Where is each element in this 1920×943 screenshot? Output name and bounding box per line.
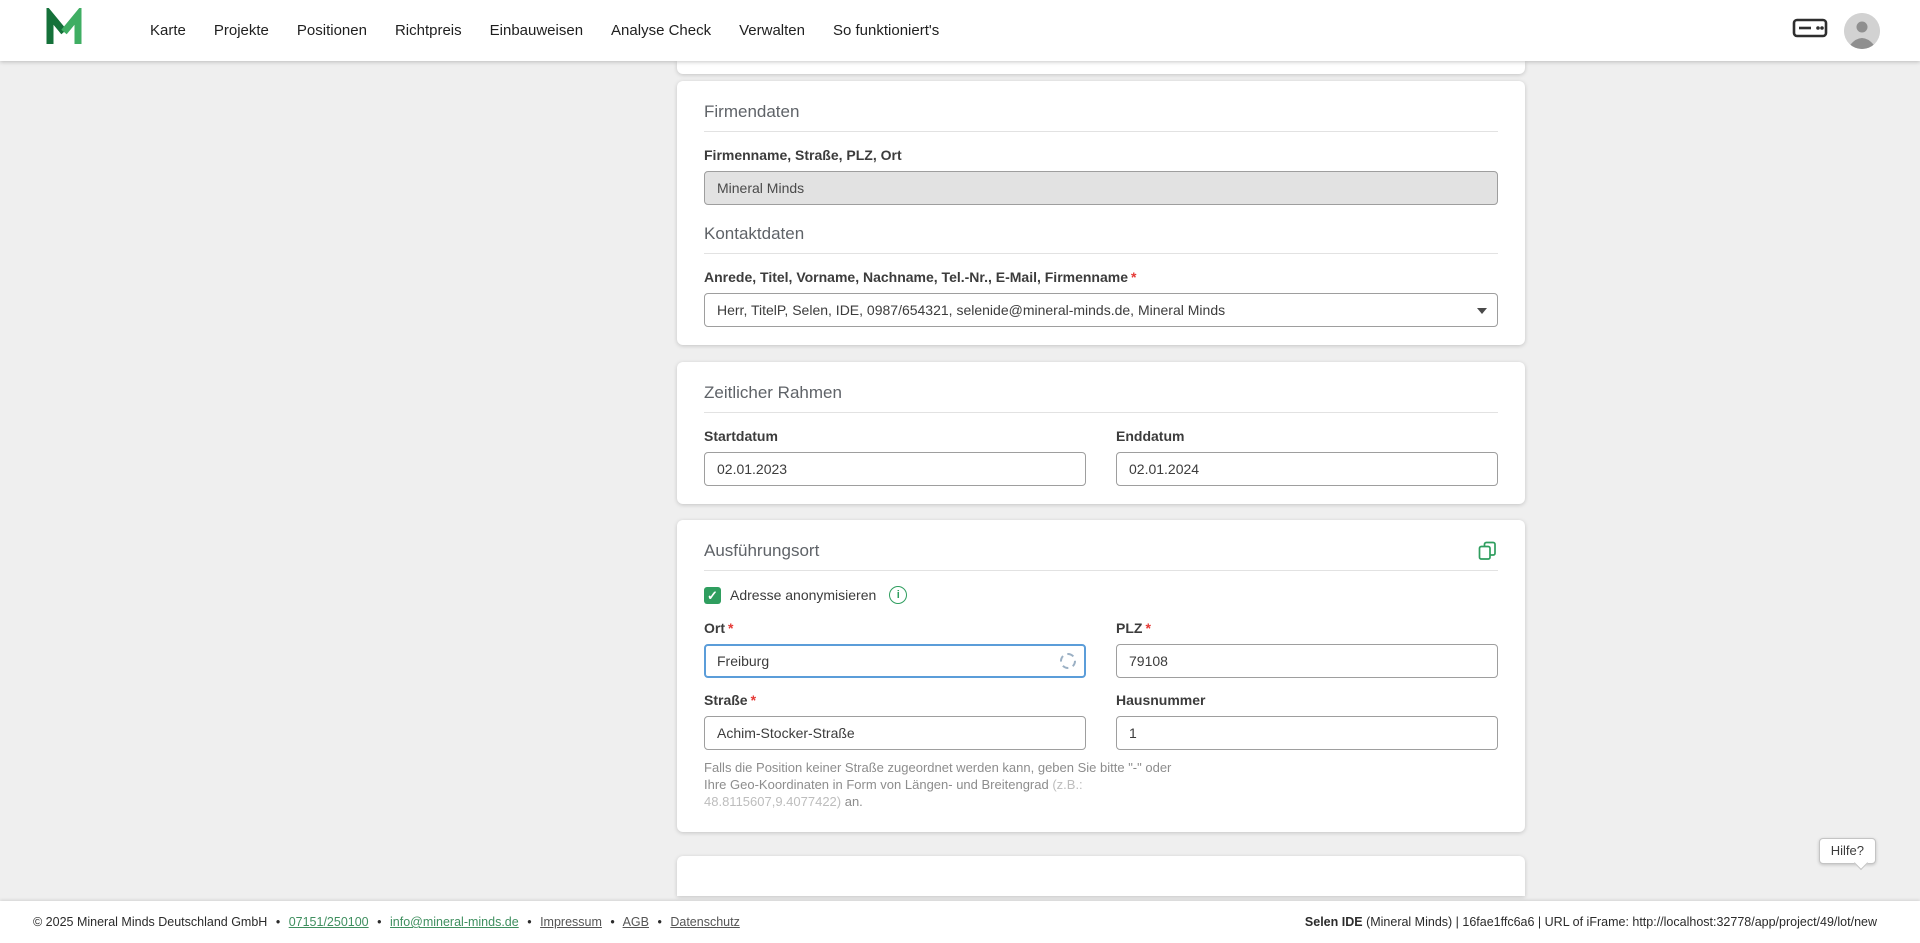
mineral-minds-logo-icon [44, 8, 84, 53]
nav-item-richtpreis[interactable]: Richtpreis [381, 0, 476, 61]
nav-item-so-funktionierts[interactable]: So funktioniert's [819, 0, 953, 61]
copyright-text: © 2025 Mineral Minds Deutschland GmbH [33, 915, 267, 929]
anonymize-label[interactable]: Adresse anonymisieren [730, 587, 876, 603]
main-navigation: Karte Projekte Positionen Richtpreis Ein… [136, 0, 953, 61]
nav-item-positionen[interactable]: Positionen [283, 0, 381, 61]
strasse-label: Straße* [704, 692, 1086, 709]
street-hint-text: Falls die Position keiner Straße zugeord… [704, 759, 1184, 810]
footer-link-impressum[interactable]: Impressum [540, 915, 602, 929]
separator: • [657, 915, 661, 929]
kontakt-select[interactable]: Herr, TitelP, Selen, IDE, 0987/654321, s… [704, 293, 1498, 327]
startdatum-input[interactable] [704, 452, 1086, 486]
divider [704, 570, 1498, 571]
hausnummer-input[interactable] [1116, 716, 1498, 750]
iframe-url-text: (Mineral Minds) | 16fae1ffc6a6 | URL of … [1363, 915, 1877, 929]
footer-link-phone[interactable]: 07151/250100 [289, 915, 369, 929]
card-partial-top [677, 61, 1525, 74]
firmenname-label: Firmenname, Straße, PLZ, Ort [704, 147, 1498, 164]
plz-label-text: PLZ [1116, 620, 1142, 636]
separator: • [610, 915, 614, 929]
strasse-label-text: Straße [704, 692, 748, 708]
footer-link-datenschutz[interactable]: Datenschutz [670, 915, 739, 929]
footer-link-email[interactable]: info@mineral-minds.de [390, 915, 519, 929]
user-avatar[interactable] [1844, 13, 1880, 49]
ort-label-text: Ort [704, 620, 725, 636]
nav-item-karte[interactable]: Karte [136, 0, 200, 61]
hint-part1: Falls die Position keiner Straße zugeord… [704, 760, 1171, 792]
info-icon[interactable]: i [889, 586, 907, 604]
required-marker: * [1131, 269, 1136, 285]
plz-label: PLZ* [1116, 620, 1498, 637]
card-partial-bottom [677, 856, 1525, 896]
kontakt-select-value: Herr, TitelP, Selen, IDE, 0987/654321, s… [717, 302, 1225, 318]
section-ausfuehrungsort: Ausführungsort ✓ Adresse anonymisieren i [677, 520, 1525, 832]
kontakt-label-text: Anrede, Titel, Vorname, Nachname, Tel.-N… [704, 269, 1128, 285]
help-button[interactable]: Hilfe? [1819, 838, 1876, 864]
copy-icon[interactable] [1477, 540, 1498, 566]
nav-item-einbauweisen[interactable]: Einbauweisen [476, 0, 597, 61]
section-firmendaten: Firmendaten Firmenname, Straße, PLZ, Ort… [677, 81, 1525, 345]
footer-link-agb[interactable]: AGB [623, 915, 649, 929]
ort-label: Ort* [704, 620, 1086, 637]
footer: © 2025 Mineral Minds Deutschland GmbH • … [0, 901, 1920, 943]
separator: • [377, 915, 381, 929]
required-marker: * [1145, 620, 1150, 636]
plz-input[interactable] [1116, 644, 1498, 678]
zeitlicher-rahmen-title: Zeitlicher Rahmen [704, 382, 1498, 403]
startdatum-label: Startdatum [704, 428, 1086, 445]
nav-item-projekte[interactable]: Projekte [200, 0, 283, 61]
separator: • [276, 915, 280, 929]
divider [704, 253, 1498, 254]
nav-item-verwalten[interactable]: Verwalten [725, 0, 819, 61]
check-icon: ✓ [707, 589, 718, 602]
chevron-down-icon [1477, 308, 1487, 314]
divider [704, 131, 1498, 132]
anonymize-checkbox[interactable]: ✓ [704, 587, 721, 604]
required-marker: * [751, 692, 756, 708]
ort-input[interactable] [704, 644, 1086, 678]
kontaktdaten-title: Kontaktdaten [704, 223, 1498, 244]
brand-logo[interactable] [44, 8, 84, 53]
footer-right-text: Selen IDE (Mineral Minds) | 16fae1ffc6a6… [1305, 915, 1877, 929]
footer-left-text: © 2025 Mineral Minds Deutschland GmbH • … [33, 915, 740, 929]
enddatum-label: Enddatum [1116, 428, 1498, 445]
hausnummer-label: Hausnummer [1116, 692, 1498, 709]
loading-spinner-icon [1060, 653, 1076, 669]
section-zeitlicher-rahmen: Zeitlicher Rahmen Startdatum Enddatum [677, 362, 1525, 504]
enddatum-input[interactable] [1116, 452, 1498, 486]
ausfuehrungsort-title: Ausführungsort [704, 540, 819, 561]
server-icon[interactable] [1792, 15, 1828, 46]
top-navbar: Karte Projekte Positionen Richtpreis Ein… [0, 0, 1920, 61]
strasse-input[interactable] [704, 716, 1086, 750]
separator: • [527, 915, 531, 929]
nav-item-analyse-check[interactable]: Analyse Check [597, 0, 725, 61]
hint-part2: an. [841, 794, 863, 809]
required-marker: * [728, 620, 733, 636]
divider [704, 412, 1498, 413]
firmendaten-title: Firmendaten [704, 101, 1498, 122]
kontakt-label: Anrede, Titel, Vorname, Nachname, Tel.-N… [704, 269, 1498, 286]
firmenname-input [704, 171, 1498, 205]
app-id-text: Selen IDE [1305, 915, 1363, 929]
page-content: Firmendaten Firmenname, Straße, PLZ, Ort… [0, 61, 1920, 901]
